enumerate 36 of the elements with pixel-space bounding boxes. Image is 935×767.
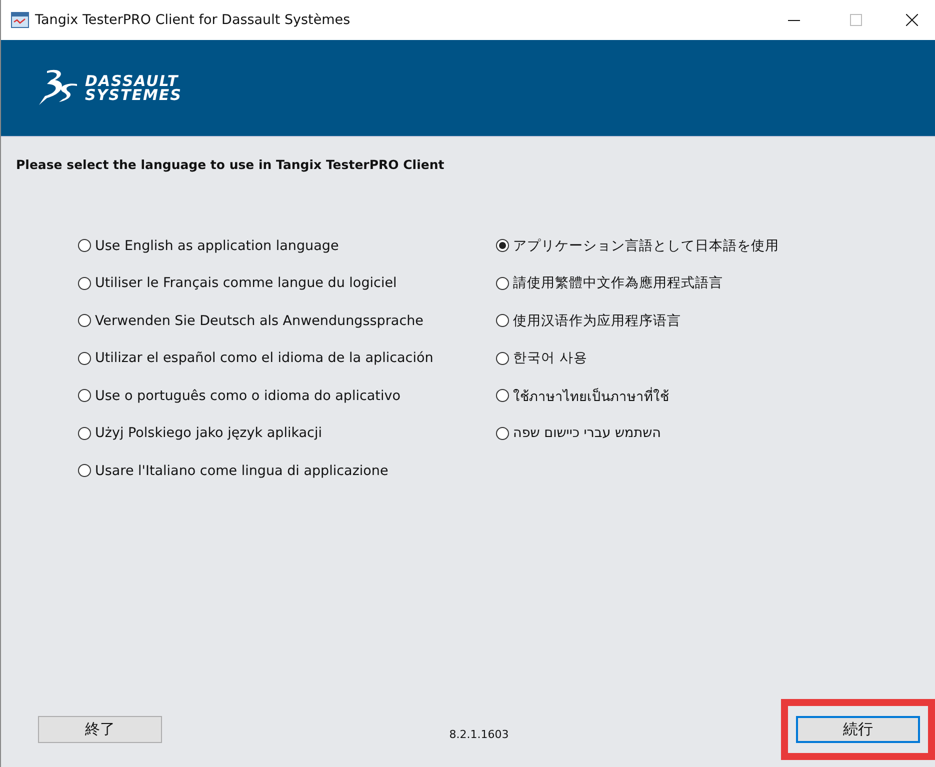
radio-label[interactable]: 使用汉语作为应用程序语言 (513, 312, 681, 330)
radio-button[interactable] (496, 239, 509, 252)
radio-label[interactable]: Utilizar el español como el idioma de la aplicación (95, 350, 434, 366)
app-icon (11, 12, 29, 28)
radio-button[interactable] (496, 276, 509, 290)
radio-label[interactable]: Use o português como o idioma do aplicativo (95, 388, 400, 404)
radio-label[interactable]: アプリケーション言語として日本語を使用 (513, 236, 779, 255)
radio-button[interactable] (78, 239, 91, 252)
radio-label[interactable]: 한국어 사용 (513, 349, 588, 368)
radio-label[interactable]: Użyj Polskiego jako język aplikacji (95, 425, 322, 442)
radio-label[interactable]: ใช้ภาษาไทยเป็นภาษาที่ใช้ (513, 384, 669, 407)
exit-button[interactable]: 終了 (38, 716, 162, 742)
radio-label[interactable]: Utiliser le Français comme langue du logiciel (95, 275, 397, 292)
radio-button[interactable] (496, 426, 509, 440)
radio-button[interactable] (78, 464, 91, 478)
radio-button[interactable] (496, 352, 509, 365)
instruction-text: Please select the language to use in Tangix TesterPRO Client (16, 157, 446, 172)
radio-label[interactable]: השתמש עברי כיישום שפה (513, 425, 661, 442)
version-text: 8.2.1.1603 (448, 726, 510, 740)
radio-button[interactable] (496, 314, 509, 328)
continue-button[interactable]: 続行 (796, 716, 920, 742)
radio-button[interactable] (78, 426, 91, 440)
radio-button[interactable] (78, 352, 91, 365)
radio-label[interactable]: Verwenden Sie Deutsch als Anwendungssprache (95, 312, 424, 329)
radio-button[interactable] (78, 314, 91, 328)
radio-label[interactable]: 請使用繁體中文作為應用程式語言 (513, 274, 723, 292)
radio-button[interactable] (78, 389, 91, 402)
radio-label[interactable]: Use English as application language (95, 238, 339, 254)
radio-button[interactable] (78, 276, 91, 290)
radio-label[interactable]: Usare l'Italiano come lingua di applicazione (95, 462, 388, 479)
window-title: Tangix TesterPRO Client for Dassault Systèmes (35, 12, 352, 28)
logo-text: SYSTEMES (85, 88, 182, 102)
radio-button[interactable] (496, 389, 509, 402)
close-icon (906, 14, 918, 26)
maximize-icon (850, 14, 862, 26)
logo-text: DASSAULT (85, 74, 179, 88)
